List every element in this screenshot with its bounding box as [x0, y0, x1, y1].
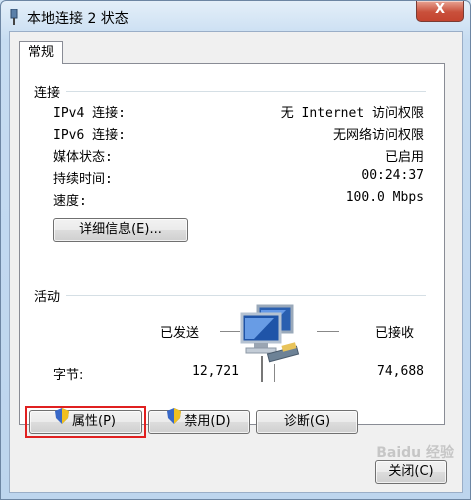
network-computers-icon	[228, 302, 312, 398]
ipv4-label: IPv4 连接:	[53, 106, 126, 121]
window-close-button[interactable]: X	[416, 1, 464, 22]
ipv6-value: 无网络访问权限	[332, 128, 424, 143]
disable-button-label: 禁用(D)	[184, 414, 231, 429]
close-icon: X	[434, 2, 446, 17]
title-bar[interactable]: 本地连接 2 状态 X	[1, 1, 470, 31]
close-button[interactable]: 关闭(C)	[375, 460, 447, 484]
connection-group-label: 连接	[34, 86, 61, 101]
media-state-value: 已启用	[384, 150, 424, 165]
window-title: 本地连接 2 状态	[27, 11, 129, 27]
activity-group-divider	[66, 295, 426, 296]
media-state-label: 媒体状态:	[53, 150, 113, 165]
uac-shield-icon	[167, 408, 182, 432]
ipv4-value: 无 Internet 访问权限	[280, 106, 424, 121]
duration-value: 00:24:37	[361, 168, 424, 183]
sent-label: 已发送	[160, 326, 200, 341]
bytes-received-value: 74,688	[377, 364, 424, 379]
tab-general[interactable]: 常规	[19, 41, 63, 64]
details-button[interactable]: 详细信息(E)...	[53, 218, 188, 242]
dialog-client-area: 常规 连接 IPv4 连接: 无 Internet 访问权限 IPv6 连接: …	[9, 31, 463, 493]
dialog-window: 本地连接 2 状态 X 常规 连接 IPv4 连接: 无 Internet 访问…	[0, 0, 471, 500]
highlight-box	[25, 406, 146, 438]
disable-button[interactable]: 禁用(D)	[148, 408, 250, 434]
watermark-logo: Baidu 经验	[376, 445, 454, 461]
network-adapter-icon	[9, 8, 19, 25]
bytes-label: 字节:	[53, 368, 84, 383]
received-dash	[317, 331, 339, 332]
speed-value: 100.0 Mbps	[345, 190, 424, 205]
duration-label: 持续时间:	[53, 172, 113, 187]
ipv6-label: IPv6 连接:	[53, 128, 126, 143]
speed-label: 速度:	[53, 194, 87, 209]
received-label: 已接收	[375, 326, 415, 341]
diagnose-button[interactable]: 诊断(G)	[256, 410, 358, 434]
activity-group-label: 活动	[34, 290, 61, 305]
connection-group-divider	[66, 91, 426, 92]
